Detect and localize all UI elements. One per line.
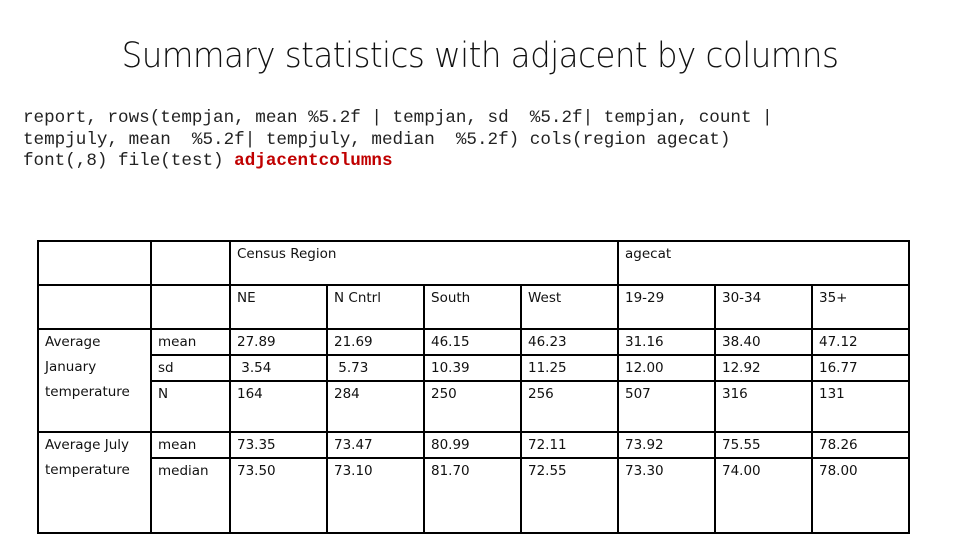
corner-cell: [150, 240, 231, 286]
corner-cell: [150, 284, 231, 330]
column-header: West: [520, 284, 619, 330]
code-line-2: tempjuly, mean %5.2f| tempjuly, median %…: [23, 129, 731, 150]
cell: 75.55: [714, 431, 813, 459]
cell: 164: [229, 380, 328, 433]
cell: 3.54: [229, 354, 328, 382]
stat-label: mean: [150, 431, 231, 459]
cell: 11.25: [520, 354, 619, 382]
cell: 47.12: [811, 328, 910, 356]
cell: 80.99: [423, 431, 522, 459]
cell: 73.30: [617, 457, 716, 534]
corner-cell: [37, 284, 152, 330]
corner-cell: [37, 240, 152, 286]
cell: 46.23: [520, 328, 619, 356]
stat-label: median: [150, 457, 231, 534]
code-block: report, rows(tempjan, mean %5.2f | tempj…: [23, 108, 943, 173]
cell: 507: [617, 380, 716, 433]
cell: 72.11: [520, 431, 619, 459]
cell: 5.73: [326, 354, 425, 382]
cell: 73.10: [326, 457, 425, 534]
label-line: Average: [45, 334, 101, 350]
row-group-label-january: Average January temperature: [37, 328, 152, 433]
stat-label: mean: [150, 328, 231, 356]
column-header: NE: [229, 284, 328, 330]
cell: 250: [423, 380, 522, 433]
group-header-region: Census Region: [229, 240, 619, 286]
cell: 38.40: [714, 328, 813, 356]
cell: 284: [326, 380, 425, 433]
cell: 256: [520, 380, 619, 433]
group-header-agecat: agecat: [617, 240, 910, 286]
cell: 46.15: [423, 328, 522, 356]
cell: 316: [714, 380, 813, 433]
cell: 131: [811, 380, 910, 433]
cell: 78.00: [811, 457, 910, 534]
stat-label: sd: [150, 354, 231, 382]
cell: 16.77: [811, 354, 910, 382]
stat-label: N: [150, 380, 231, 433]
code-line-3-prefix: font(,8) file(test): [23, 151, 235, 171]
label-line: temperature: [45, 462, 130, 478]
label-line: January: [45, 359, 97, 375]
table-row: median 73.50 73.10 81.70 72.55 73.30 74.…: [38, 457, 910, 534]
cell: 73.47: [326, 431, 425, 459]
cell: 73.35: [229, 431, 328, 459]
row-group-label-july: Average July temperature: [37, 431, 152, 534]
cell: 12.00: [617, 354, 716, 382]
cell: 74.00: [714, 457, 813, 534]
cell: 73.50: [229, 457, 328, 534]
slide-title: Summary statistics with adjacent by colu…: [121, 36, 839, 76]
summary-table: Census Region agecat NE N Cntrl South We…: [37, 240, 910, 534]
cell: 73.92: [617, 431, 716, 459]
column-header-row: NE N Cntrl South West 19-29 30-34 35+: [37, 284, 910, 330]
cell: 81.70: [423, 457, 522, 534]
column-header: 19-29: [617, 284, 716, 330]
table-row: N 164 284 250 256 507 316 131: [38, 380, 910, 433]
table-row: Average July temperature mean 73.35 73.4…: [37, 431, 910, 534]
column-header: N Cntrl: [326, 284, 425, 330]
table-row: sd 3.54 5.73 10.39 11.25 12.00 12.92 16.…: [38, 354, 910, 382]
code-line-1: report, rows(tempjan, mean %5.2f | tempj…: [23, 108, 773, 128]
cell: 31.16: [617, 328, 716, 356]
group-header-row: Census Region agecat: [37, 240, 910, 286]
column-header: 35+: [811, 284, 910, 330]
label-line: Average July: [45, 437, 130, 453]
cell: 72.55: [520, 457, 619, 534]
code-keyword-adjacentcolumns: adjacentcolumns: [234, 151, 393, 171]
cell: 78.26: [811, 431, 910, 459]
column-header: South: [423, 284, 522, 330]
cell: 12.92: [714, 354, 813, 382]
cell: 27.89: [229, 328, 328, 356]
cell: 10.39: [423, 354, 522, 382]
table-row: Average January temperature mean 27.89 2…: [37, 328, 910, 433]
column-header: 30-34: [714, 284, 813, 330]
label-line: temperature: [45, 384, 130, 400]
cell: 21.69: [326, 328, 425, 356]
